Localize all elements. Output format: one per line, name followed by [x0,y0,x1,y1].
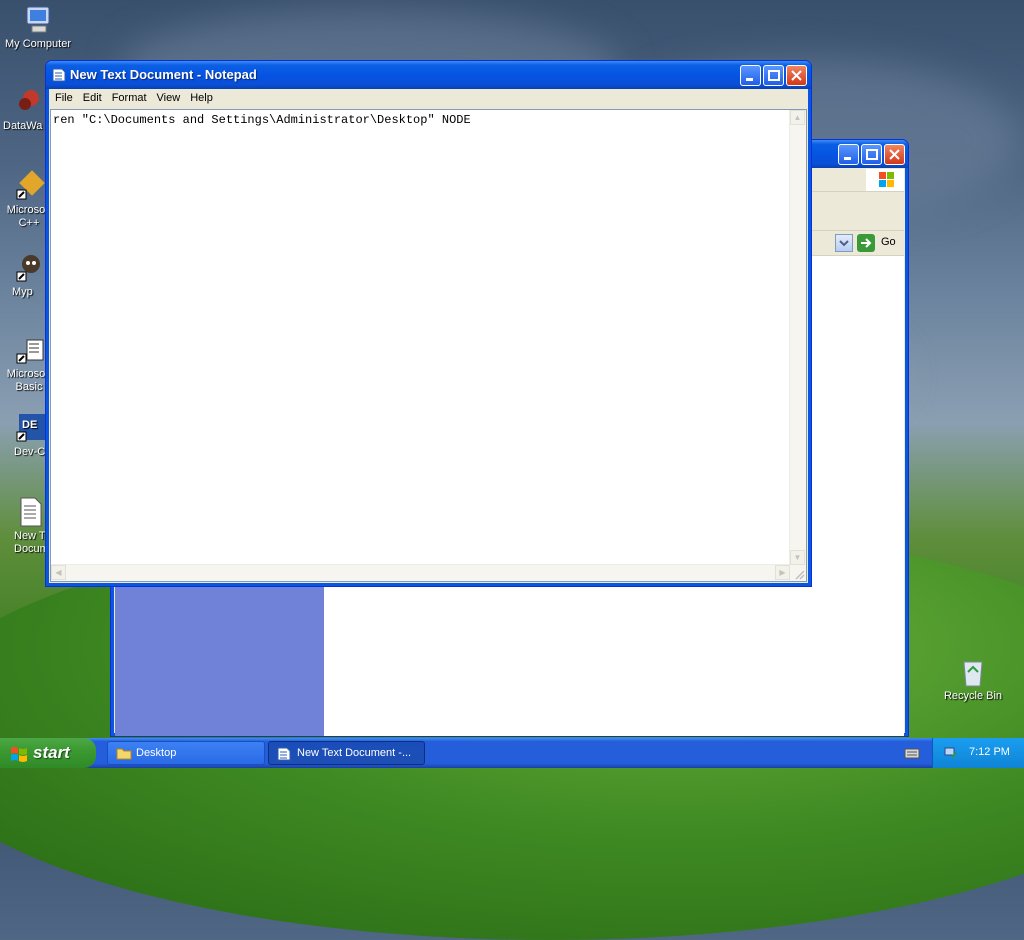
chevron-down-icon [839,240,849,247]
maximize-button[interactable] [861,144,882,165]
vertical-scrollbar[interactable]: ▲ ▼ [789,110,806,565]
menu-format[interactable]: Format [107,90,152,106]
network-icon[interactable] [943,745,959,764]
devcpp-shortcut-icon: DE [13,412,45,444]
notepad-icon [277,746,291,764]
minimize-button[interactable] [740,65,761,86]
go-label: Go [881,236,896,248]
scroll-right-button[interactable]: ▶ [775,565,790,580]
cpp-shortcut-icon [13,170,45,202]
window-title: New Text Document - Notepad [70,67,257,82]
notepad-titlebar[interactable]: New Text Document - Notepad [46,61,811,89]
menu-view[interactable]: View [152,90,186,106]
desktop-icon-my-computer[interactable]: My Computer [3,4,73,51]
taskbar-item-label: New Text Document -... [297,747,412,759]
menu-edit[interactable]: Edit [78,90,107,106]
menu-file[interactable]: File [50,90,78,106]
minimize-button[interactable] [838,144,859,165]
text-editor[interactable]: ren "C:\Documents and Settings\Administr… [50,109,807,582]
taskbar-item-notepad[interactable]: New Text Document -... [268,741,425,765]
keyboard-icon[interactable] [904,746,920,763]
windows-logo-icon [866,169,904,191]
address-dropdown-button[interactable] [835,234,853,252]
notepad-window[interactable]: New Text Document - Notepad File Edit Form… [45,60,812,587]
scroll-left-button[interactable]: ◀ [51,565,66,580]
close-button[interactable] [884,144,905,165]
windows-flag-icon [10,745,28,767]
basic-shortcut-icon [13,334,45,366]
clock[interactable]: 7:12 PM [969,746,1010,758]
taskbar-item-label: Desktop [136,747,177,759]
recycle-bin-icon [957,656,989,688]
app-shortcut-icon [13,252,45,284]
desktop-icon-recycle-bin[interactable]: Recycle Bin [938,656,1008,703]
go-arrow-icon [857,234,875,252]
taskbar: start Desktop New Text Document -... 7:1… [0,738,1024,768]
close-button[interactable] [786,65,807,86]
start-label: start [33,743,70,762]
system-tray: 7:12 PM [932,738,1024,768]
maximize-button[interactable] [763,65,784,86]
notepad-app-icon [52,67,66,85]
resize-grip-icon[interactable] [790,565,806,581]
editor-content[interactable]: ren "C:\Documents and Settings\Administr… [53,113,471,127]
datawarehouse-icon [13,86,45,118]
text-document-icon [13,496,45,528]
scroll-down-button[interactable]: ▼ [790,550,805,565]
scroll-up-button[interactable]: ▲ [790,110,805,125]
menu-bar: File Edit Format View Help [50,90,807,108]
taskbar-item-desktop[interactable]: Desktop [107,741,265,765]
menu-help[interactable]: Help [185,90,218,106]
computer-icon [22,4,54,36]
go-button[interactable]: Go [857,234,905,252]
folder-icon [116,746,132,763]
svg-text:DE: DE [22,419,37,431]
start-button[interactable]: start [0,738,96,768]
horizontal-scrollbar[interactable]: ◀ ▶ [51,564,790,581]
